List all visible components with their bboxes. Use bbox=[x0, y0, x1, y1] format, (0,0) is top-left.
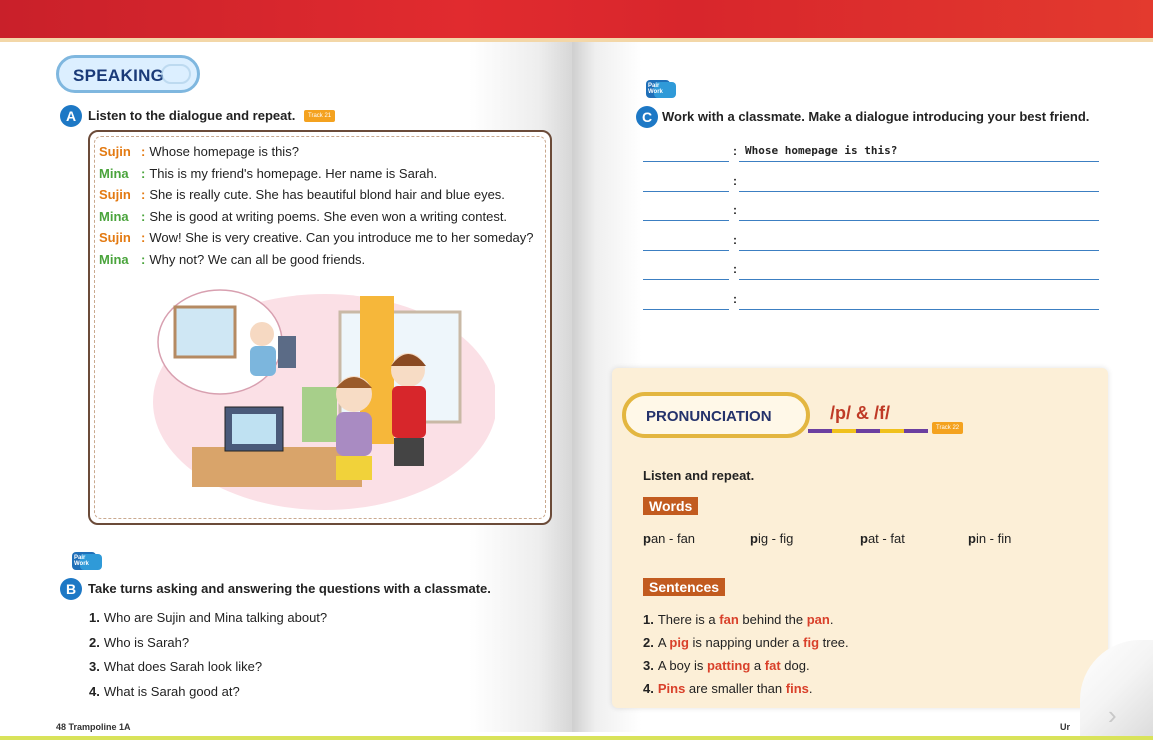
word-pair: pan - fan bbox=[643, 531, 696, 546]
speaking-section-title: SPEAKING bbox=[56, 55, 200, 93]
speaker-name: Mina bbox=[99, 208, 129, 224]
next-page-arrow-icon[interactable]: › bbox=[1108, 700, 1117, 731]
word-pair: pig - fig bbox=[750, 531, 794, 546]
dialogue-blank-row: : Whose homepage is this? bbox=[643, 144, 1099, 162]
question-item: 4. What is Sarah good at? bbox=[89, 683, 240, 699]
colon: : bbox=[733, 203, 737, 217]
speaker-blank[interactable] bbox=[643, 190, 729, 192]
dialogue-text: This is my friend's homepage. Her name i… bbox=[149, 165, 438, 181]
line-blank[interactable] bbox=[739, 220, 1099, 221]
word-pair: pat - fat bbox=[860, 531, 905, 546]
dialogue-text: She is good at writing poems. She even w… bbox=[149, 208, 508, 224]
dialogue-line: Mina: She is good at writing poems. She e… bbox=[99, 208, 508, 224]
speaker-name: Mina bbox=[99, 165, 129, 181]
decorative-underline bbox=[808, 429, 928, 433]
speaker-blank[interactable] bbox=[643, 161, 729, 162]
dialogue-line: Mina: Why not? We can all be good friends… bbox=[99, 251, 366, 267]
line-blank[interactable] bbox=[739, 161, 1099, 162]
line-blank[interactable] bbox=[739, 190, 1099, 192]
speaker-blank[interactable] bbox=[643, 279, 729, 280]
pronunciation-title-pill: PRONUNCIATION bbox=[622, 392, 810, 438]
question-item: 3. What does Sarah look like? bbox=[89, 659, 263, 674]
colon: : bbox=[733, 173, 737, 188]
speaker-name: Sujin bbox=[99, 187, 131, 202]
sentence-item: 3. A boy is patting a fat dog. bbox=[643, 658, 810, 673]
track-22-badge[interactable]: Track 22 bbox=[932, 422, 964, 434]
line-blank[interactable] bbox=[739, 249, 1099, 251]
speaker-blank[interactable] bbox=[643, 249, 729, 251]
section-a-badge: A bbox=[60, 105, 82, 127]
dialogue-blank-row: : bbox=[643, 232, 1099, 251]
word-pair: pin - fin bbox=[968, 531, 1012, 546]
section-b-badge: B bbox=[60, 578, 82, 600]
line-blank[interactable] bbox=[739, 308, 1099, 310]
track-21-badge[interactable]: Track 21 bbox=[304, 110, 336, 122]
pair-work-icon: Pair Work bbox=[72, 552, 102, 574]
example-line: Whose homepage is this? bbox=[745, 144, 898, 157]
bottom-border bbox=[0, 736, 1153, 740]
speech-bubble-icon bbox=[161, 64, 191, 84]
speaker-name: Sujin bbox=[99, 230, 131, 245]
pronunciation-instruction: Listen and repeat. bbox=[643, 468, 755, 483]
speaker-name: Sujin bbox=[99, 144, 131, 159]
colon: : bbox=[733, 144, 737, 158]
dialogue-line: Sujin: Wow! She is very creative. Can you… bbox=[99, 230, 534, 245]
section-c-badge: C bbox=[636, 106, 658, 128]
dialogue-line: Sujin: Whose homepage is this? bbox=[99, 144, 299, 159]
question-item: 2. Who is Sarah? bbox=[89, 634, 190, 650]
dialogue-text: Why not? We can all be good friends. bbox=[149, 251, 366, 267]
sentence-item: 1. There is a fan behind the pan. bbox=[643, 612, 834, 627]
classroom-illustration bbox=[153, 289, 495, 510]
words-label: Words bbox=[643, 497, 699, 515]
pronunciation-sounds: /p/ & /f/ bbox=[830, 403, 890, 423]
sentence-item: 4. Pins are smaller than fins. bbox=[643, 681, 813, 696]
dialogue-text: Wow! She is very creative. Can you intro… bbox=[149, 230, 534, 245]
speaker-name: Mina bbox=[99, 251, 129, 267]
dialogue-blank-row: : bbox=[643, 291, 1099, 310]
sentence-item: 2. A pig is napping under a fig tree. bbox=[643, 635, 849, 650]
speaking-title-text: SPEAKING bbox=[73, 66, 165, 85]
pair-work-icon: Pair Work bbox=[646, 80, 676, 102]
dialogue-text: Whose homepage is this? bbox=[149, 144, 299, 159]
dialogue-blank-row: : bbox=[643, 203, 1099, 221]
dialogue-text: She is really cute. She has beautiful bl… bbox=[149, 187, 505, 202]
colon: : bbox=[733, 262, 737, 276]
colon: : bbox=[733, 232, 737, 247]
colon: : bbox=[733, 291, 737, 306]
page-footer-left: 48 Trampoline 1A bbox=[56, 722, 131, 732]
dialogue-blank-row: : bbox=[643, 173, 1099, 192]
page-footer-right: Ur bbox=[1060, 722, 1071, 732]
top-banner bbox=[0, 0, 1153, 42]
speaker-blank[interactable] bbox=[643, 308, 729, 310]
section-a-instruction: Listen to the dialogue and repeat. bbox=[88, 108, 296, 123]
dialogue-line: Sujin: She is really cute. She has beauti… bbox=[99, 187, 505, 202]
section-b-instruction: Take turns asking and answering the ques… bbox=[88, 581, 491, 596]
line-blank[interactable] bbox=[739, 279, 1099, 280]
pronunciation-title: PRONUNCIATION bbox=[646, 408, 772, 425]
section-c-instruction: Work with a classmate. Make a dialogue i… bbox=[662, 109, 1090, 124]
dialogue-line: Mina: This is my friend's homepage. Her n… bbox=[99, 165, 438, 181]
dialogue-blank-row: : bbox=[643, 262, 1099, 280]
question-item: 1. Who are Sujin and Mina talking about? bbox=[89, 610, 328, 625]
speaker-blank[interactable] bbox=[643, 220, 729, 221]
sentences-label: Sentences bbox=[643, 578, 726, 596]
